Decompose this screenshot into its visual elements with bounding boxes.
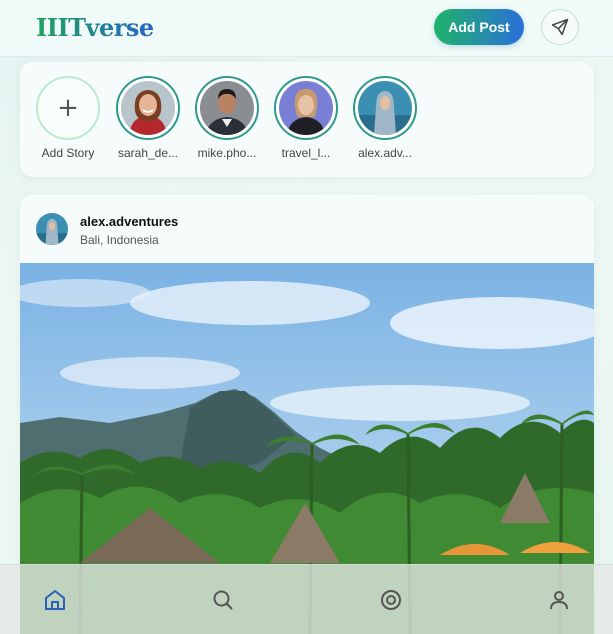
post-location: Bali, Indonesia (80, 233, 159, 247)
story-label: travel_l... (281, 146, 331, 160)
avatar (279, 81, 333, 135)
search-icon (213, 590, 233, 610)
story-item[interactable]: alex.adv... (349, 76, 421, 160)
messages-button[interactable] (541, 9, 579, 45)
story-label: Add Story (41, 146, 95, 160)
nav-home[interactable] (42, 587, 68, 613)
nav-profile[interactable] (546, 587, 572, 613)
story-item[interactable]: travel_l... (270, 76, 342, 160)
app-logo[interactable]: IIITverse (36, 13, 154, 42)
avatar (358, 81, 412, 135)
plus-icon: + (57, 93, 79, 123)
avatar (200, 81, 254, 135)
home-icon (45, 590, 65, 610)
profile-icon (550, 591, 568, 610)
top-header: IIITverse Add Post (0, 0, 613, 57)
story-item[interactable]: sarah_de... (112, 76, 184, 160)
avatar[interactable] (36, 213, 68, 245)
story-label: mike.pho... (197, 146, 257, 160)
nav-explore[interactable] (378, 587, 404, 613)
nav-search[interactable] (210, 587, 236, 613)
post-username[interactable]: alex.adventures (80, 214, 178, 229)
story-label: sarah_de... (117, 146, 179, 160)
avatar (121, 81, 175, 135)
stories-bar: + Add Story sarah_de... mike.pho... trav… (20, 62, 594, 177)
explore-icon (381, 590, 401, 610)
add-story-button[interactable]: + (36, 76, 100, 140)
add-post-button[interactable]: Add Post (434, 9, 524, 45)
story-add[interactable]: + Add Story (32, 76, 104, 160)
story-label: alex.adv... (358, 146, 412, 160)
send-icon (551, 18, 569, 36)
story-item[interactable]: mike.pho... (191, 76, 263, 160)
bottom-nav (0, 564, 613, 634)
